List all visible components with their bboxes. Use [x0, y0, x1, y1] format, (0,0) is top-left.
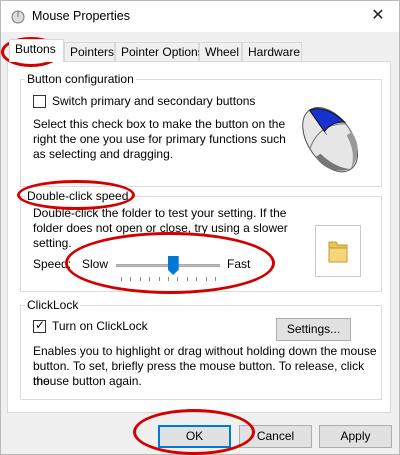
- cancel-button[interactable]: Cancel: [239, 425, 312, 448]
- title-bar: Mouse Properties ✕: [1, 1, 399, 32]
- double-click-description-line-1: Double-click the folder to test your set…: [33, 206, 287, 220]
- tab-pointer-options[interactable]: Pointer Options: [115, 42, 204, 61]
- clicklock-checkbox[interactable]: ✓: [33, 318, 46, 333]
- buttons-tab-panel: Button configuration Switch primary and …: [7, 61, 391, 413]
- clicklock-settings-button[interactable]: Settings...: [276, 318, 351, 341]
- slider-tick: [215, 277, 216, 281]
- button-config-description-line-3: as selecting and dragging.: [33, 147, 174, 161]
- switch-buttons-checkbox[interactable]: [33, 95, 46, 108]
- tab-pointers[interactable]: Pointers: [64, 42, 115, 61]
- double-click-description-line-2: folder does not open or close, try using…: [33, 221, 288, 235]
- slider-tick: [130, 277, 132, 281]
- mouse-app-icon: [11, 10, 25, 24]
- tab-wheel[interactable]: Wheel: [199, 42, 242, 61]
- slider-tick: [168, 277, 169, 281]
- double-click-speed-slider-thumb[interactable]: [167, 256, 179, 275]
- slow-label: Slow: [82, 257, 109, 271]
- tab-buttons[interactable]: Buttons: [9, 39, 64, 62]
- mouse-illustration: [302, 107, 359, 173]
- apply-button[interactable]: Apply: [319, 425, 392, 448]
- mouse-properties-window: Mouse Properties ✕ Buttons Pointers Poin…: [0, 0, 400, 455]
- button-configuration-title: Button configuration: [25, 72, 136, 86]
- fast-label: Fast: [227, 257, 251, 271]
- slider-tick: [186, 277, 188, 281]
- close-button[interactable]: ✕: [363, 3, 393, 29]
- folder-icon: [328, 241, 348, 263]
- slider-tick: [149, 277, 151, 281]
- tab-strip: Buttons Pointers Pointer Options Wheel H…: [7, 39, 387, 62]
- double-click-description-line-3: setting.: [33, 236, 72, 250]
- tab-hardware[interactable]: Hardware: [242, 42, 302, 61]
- clicklock-description-line-1: Enables you to highlight or drag without…: [33, 344, 377, 358]
- switch-buttons-label: Switch primary and secondary buttons: [52, 94, 256, 108]
- slider-tick-marks: [121, 277, 216, 282]
- window-title: Mouse Properties: [32, 9, 130, 23]
- double-click-speed-group: Double-click speed Double-click the fold…: [20, 189, 382, 292]
- slider-tick: [121, 277, 122, 281]
- slider-tick: [196, 277, 198, 281]
- slider-tick: [158, 277, 160, 281]
- ok-button[interactable]: OK: [158, 425, 231, 448]
- double-click-speed-title: Double-click speed: [25, 189, 131, 203]
- clicklock-checkbox-label: Turn on ClickLock: [52, 319, 148, 333]
- slider-tick: [177, 277, 179, 281]
- test-folder-box[interactable]: [315, 225, 361, 277]
- speed-label: Speed:: [33, 257, 72, 271]
- clicklock-group: ClickLock ✓ Turn on ClickLock Settings..…: [20, 298, 382, 400]
- button-config-description-line-2: right the one you use for primary functi…: [33, 132, 286, 146]
- clicklock-title: ClickLock: [25, 298, 81, 312]
- clicklock-description-line-3: mouse button again.: [33, 374, 142, 388]
- checkmark-icon: ✓: [35, 318, 46, 332]
- slider-tick: [205, 277, 207, 281]
- button-config-description-line-1: Select this check box to make the button…: [33, 117, 286, 131]
- button-configuration-group: Button configuration Switch primary and …: [20, 72, 382, 187]
- slider-tick: [139, 277, 141, 281]
